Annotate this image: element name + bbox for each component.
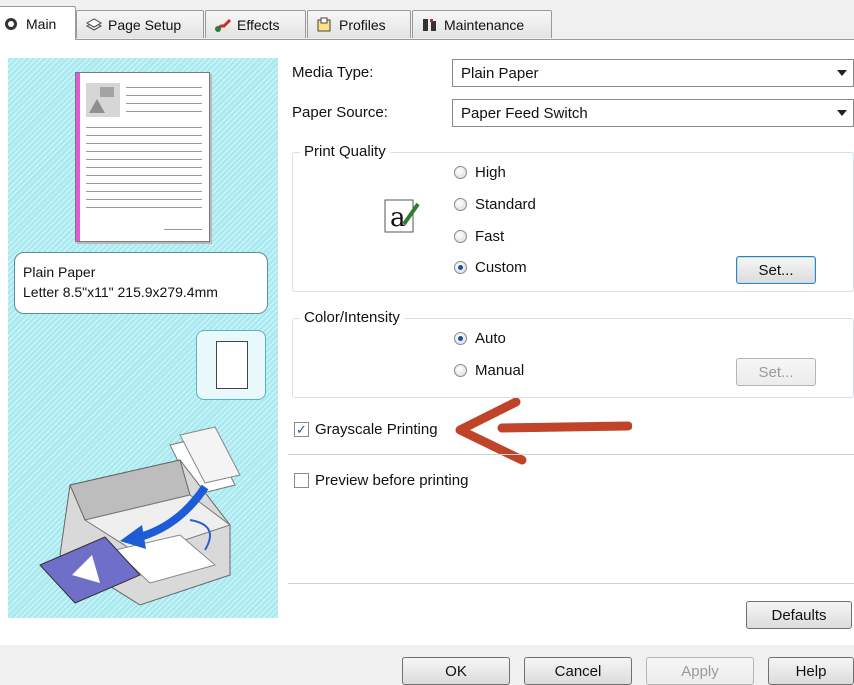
svg-text:a: a <box>390 203 406 233</box>
tools-icon <box>421 17 439 33</box>
media-type-value: Plain Paper <box>461 64 539 82</box>
paper-size-text: Letter 8.5"x11" 215.9x279.4mm <box>23 284 218 300</box>
cancel-button[interactable]: Cancel <box>524 657 632 685</box>
chevron-down-icon <box>837 110 847 116</box>
page-stack-icon <box>85 17 103 33</box>
paper-source-value: Paper Feed Switch <box>461 104 588 122</box>
color-intensity-title: Color/Intensity <box>300 309 404 326</box>
apply-button[interactable]: Apply <box>646 657 754 685</box>
printer-illustration-icon <box>39 426 241 606</box>
page-image-icon <box>86 83 120 117</box>
color-manual-radio[interactable]: Manual <box>454 362 524 379</box>
tab-label: Page Setup <box>108 16 182 33</box>
tab-label: Effects <box>237 16 280 33</box>
color-auto-radio[interactable]: Auto <box>454 330 506 347</box>
help-button[interactable]: Help <box>768 657 854 685</box>
chevron-down-icon <box>837 70 847 76</box>
quality-text-icon: a <box>384 199 420 233</box>
quality-standard-radio[interactable]: Standard <box>454 196 536 213</box>
print-quality-title: Print Quality <box>300 143 390 160</box>
brush-icon <box>214 17 232 33</box>
paper-info-box: Plain Paper Letter 8.5"x11" 215.9x279.4m… <box>14 252 268 314</box>
media-name-text: Plain Paper <box>23 264 96 280</box>
paper-source-label: Paper Source: <box>292 104 388 121</box>
grayscale-printing-checkbox[interactable]: ✓ Grayscale Printing <box>294 421 438 438</box>
quality-high-radio[interactable]: High <box>454 164 506 181</box>
paper-source-dropdown[interactable]: Paper Feed Switch <box>452 99 854 127</box>
tab-main[interactable]: Main <box>0 6 76 40</box>
ok-button[interactable]: OK <box>402 657 510 685</box>
color-set-button[interactable]: Set... <box>736 358 816 386</box>
checkmark-icon: ✓ <box>294 422 309 437</box>
tab-profiles[interactable]: Profiles <box>307 10 411 38</box>
tab-effects[interactable]: Effects <box>205 10 306 38</box>
annotation-arrow-icon <box>455 398 632 465</box>
media-type-label: Media Type: <box>292 64 374 81</box>
quality-custom-radio[interactable]: Custom <box>454 259 527 276</box>
profiles-icon <box>316 17 334 33</box>
media-type-dropdown[interactable]: Plain Paper <box>452 59 854 87</box>
defaults-button[interactable]: Defaults <box>746 601 852 629</box>
printer-icon <box>3 16 21 32</box>
tab-maintenance[interactable]: Maintenance <box>412 10 552 38</box>
preview-before-printing-label: Preview before printing <box>315 472 469 489</box>
separator <box>288 454 854 455</box>
grayscale-printing-label: Grayscale Printing <box>315 421 438 438</box>
separator <box>288 583 854 584</box>
quality-fast-radio[interactable]: Fast <box>454 228 504 245</box>
page-margin-marker <box>76 73 80 241</box>
orientation-icon <box>196 330 266 400</box>
preview-before-printing-checkbox[interactable]: Preview before printing <box>294 472 468 489</box>
tab-label: Profiles <box>339 16 386 33</box>
quality-set-button[interactable]: Set... <box>736 256 816 284</box>
page-preview <box>75 72 210 242</box>
tab-page-setup[interactable]: Page Setup <box>76 10 204 38</box>
tab-label: Main <box>26 15 57 32</box>
tab-bar: Main Page Setup Effects Profiles Mainten… <box>0 0 854 40</box>
tab-label: Maintenance <box>444 16 525 33</box>
